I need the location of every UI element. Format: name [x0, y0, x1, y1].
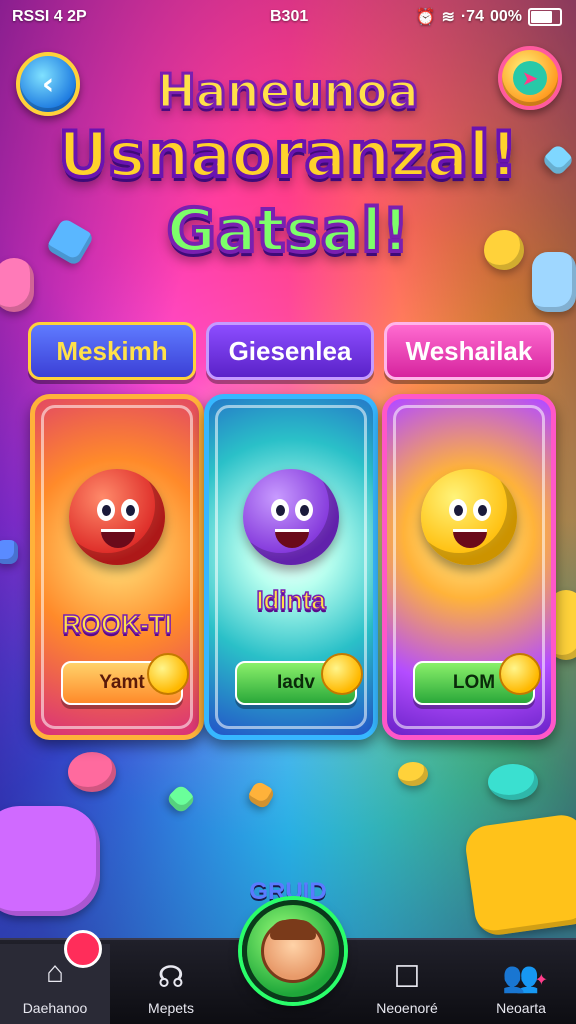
nav-home[interactable]: ⌂ Daehanoo — [0, 930, 110, 1024]
mouth — [275, 529, 309, 548]
nav-neoarta[interactable]: ✦ 👥 Neoarta — [466, 960, 576, 1017]
card-1-label: ROOK-TI — [61, 608, 172, 640]
status-time: B301 — [270, 8, 309, 25]
eye — [295, 499, 313, 521]
card-2-button[interactable]: Iadv — [235, 653, 363, 705]
tab-giesenlea[interactable]: Giesenlea — [206, 322, 374, 380]
headset-icon: ☊ — [157, 960, 185, 994]
nav-home-label: Daehanoo — [22, 1000, 88, 1016]
card-2-label: Idinta — [256, 584, 327, 616]
gem-yellow-cube — [462, 812, 576, 938]
profile-avatar — [261, 919, 325, 983]
nav-mepets-label: Mepets — [148, 1000, 194, 1016]
card-3-button[interactable]: LOM — [413, 653, 541, 705]
yellow-monster-character — [421, 469, 517, 565]
star-badge-icon: ✦ — [534, 972, 548, 989]
battery-percent: 00% — [489, 8, 522, 25]
nav-neoenore[interactable]: ☐ Neoenoré — [352, 960, 462, 1017]
coin-icon — [321, 653, 363, 695]
eye — [473, 499, 491, 521]
eye — [121, 499, 139, 521]
gem-pink — [0, 258, 34, 312]
gem-pink-disc — [68, 752, 116, 792]
nav-neoarta-label: Neoarta — [496, 1000, 546, 1016]
tab-weshailak[interactable]: Weshailak — [384, 322, 554, 380]
character-card-2[interactable]: Idinta Iadv — [204, 394, 378, 740]
card-3-button-label: LOM — [452, 672, 496, 693]
coin-icon — [147, 653, 189, 695]
gem-blue-small — [0, 540, 18, 564]
wifi-icon: ≋ — [441, 9, 455, 26]
profile-button[interactable] — [242, 900, 344, 1002]
eye — [271, 499, 289, 521]
gem-yellow-small — [398, 762, 428, 786]
coin-icon — [499, 653, 541, 695]
title-line-1: Haneunoa — [156, 63, 421, 120]
gem-orange — [245, 779, 277, 811]
nav-mepets[interactable]: ☊ Mepets — [116, 960, 226, 1017]
signal-text: ·74 — [460, 8, 484, 25]
notification-badge — [64, 930, 102, 968]
character-card-3[interactable]: LOM — [382, 394, 556, 740]
mouth — [101, 529, 135, 548]
card-1-button[interactable]: Yamt — [61, 653, 189, 705]
tab-meskimh[interactable]: Meskimh — [28, 322, 196, 380]
title-line-3: Gatsal! — [165, 194, 412, 268]
character-card-1[interactable]: ROOK-TI Yamt — [30, 394, 204, 740]
status-bar: RSSI 4 2P B301 ⏰ ≋ ·74 00% — [0, 0, 576, 34]
status-carrier: RSSI 4 2P — [12, 8, 87, 25]
eye — [449, 499, 467, 521]
title-line-2: Usnaoranzal! — [0, 116, 576, 193]
card-2-button-label: Iadv — [276, 672, 316, 693]
nav-neoenore-label: Neoenoré — [376, 1000, 438, 1016]
alarm-icon: ⏰ — [415, 9, 436, 26]
status-right: ⏰ ≋ ·74 00% — [416, 7, 562, 27]
gem-green — [165, 783, 197, 815]
gem-teal-disc — [488, 764, 538, 800]
purple-monster-character — [243, 469, 339, 565]
eye — [97, 499, 115, 521]
mouth — [453, 529, 487, 548]
square-icon: ☐ — [393, 960, 421, 994]
card-1-button-label: Yamt — [99, 672, 145, 693]
battery-icon — [528, 8, 562, 26]
red-monster-character — [69, 469, 165, 565]
